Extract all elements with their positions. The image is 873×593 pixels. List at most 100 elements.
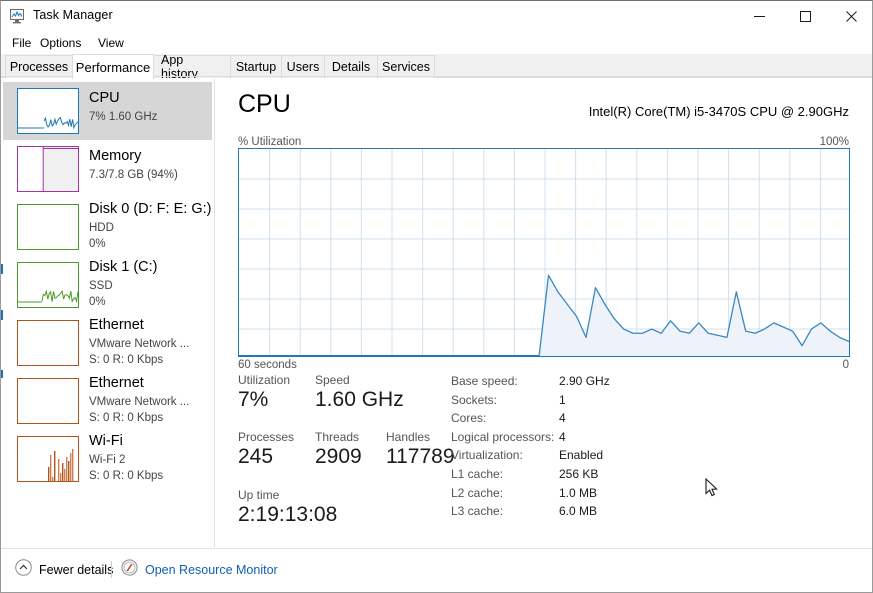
tab-label: Performance <box>75 59 151 75</box>
stat-value-processes: 245 <box>238 445 274 468</box>
cpu-utilization-chart <box>239 149 849 356</box>
spec-label-virtualization: Virtualization: <box>451 448 523 463</box>
stat-value-threads: 2909 <box>315 445 362 468</box>
stat-value-utilization: 7% <box>238 388 269 411</box>
spec-value-l1-cache: 256 KB <box>559 467 599 481</box>
mouse-cursor <box>705 477 719 503</box>
sidebar-item-subtitle: 7.3/7.8 GB (94%) <box>89 169 178 181</box>
graph-y-axis-label: % Utilization <box>238 136 302 148</box>
tab-label: Details <box>331 60 371 74</box>
window-title: Task Manager <box>33 8 113 22</box>
spec-label-sockets: Sockets: <box>451 392 498 407</box>
sidebar-thumbnail-wi-fi <box>17 436 79 482</box>
page-title: CPU <box>238 90 291 118</box>
sidebar-thumbnail-memory <box>17 146 79 192</box>
sidebar-item-subtitle: 7% 1.60 GHz <box>89 111 158 123</box>
graph-y-axis-max: 100% <box>819 136 849 148</box>
tab-details[interactable]: Details <box>324 55 378 78</box>
task-manager-window: Task Manager File Options View Processes… <box>0 0 873 593</box>
sidebar-item-ethernet[interactable]: Ethernet VMware Network ... S: 0 R: 0 Kbps <box>3 314 212 372</box>
cpu-detail-pane: CPU Intel(R) Core(TM) i5-3470S CPU @ 2.9… <box>215 78 872 548</box>
tab-label: Services <box>382 60 430 74</box>
status-bar: Fewer details Open Resource Monitor <box>1 548 872 592</box>
close-icon <box>845 10 857 22</box>
stat-label-speed: Speed <box>315 373 350 387</box>
sidebar-item-detail: S: 0 R: 0 Kbps <box>89 412 164 424</box>
sidebar-item-title: Disk 0 (D: F: E: G:) <box>89 201 212 217</box>
graph-x-axis-label: 60 seconds <box>238 359 297 371</box>
sidebar-thumbnail-ethernet <box>17 320 79 366</box>
tab-services[interactable]: Services <box>377 55 435 78</box>
fewer-details-label: Fewer details <box>39 563 114 577</box>
chevron-up-circle-icon <box>15 559 32 581</box>
resource-monitor-icon <box>121 559 138 581</box>
content-area: CPU 7% 1.60 GHz Memory 7.3/7.8 GB (94%) Disk… <box>1 78 872 548</box>
tab-startup[interactable]: Startup <box>230 55 282 78</box>
minimize-icon <box>753 15 765 17</box>
menu-item-options[interactable]: Options <box>35 34 86 52</box>
open-resource-monitor-link[interactable]: Open Resource Monitor <box>121 559 278 581</box>
sidebar-item-wi-fi[interactable]: Wi-Fi Wi-Fi 2 S: 0 R: 0 Kbps <box>3 430 212 488</box>
sidebar-item-title: Ethernet <box>89 317 144 333</box>
sidebar-thumbnail-ethernet <box>17 378 79 424</box>
spec-value-cores: 4 <box>559 411 566 426</box>
resource-sidebar[interactable]: CPU 7% 1.60 GHz Memory 7.3/7.8 GB (94%) Disk… <box>1 78 214 548</box>
tab-performance[interactable]: Performance <box>72 54 154 79</box>
sidebar-scroll-marker <box>1 264 3 274</box>
sidebar-thumbnail-disk-1-c <box>17 262 79 308</box>
spec-label-base-speed: Base speed: <box>451 374 518 388</box>
sidebar-item-cpu[interactable]: CPU 7% 1.60 GHz <box>3 82 212 140</box>
task-manager-icon <box>10 9 26 24</box>
status-separator <box>111 561 112 578</box>
sidebar-item-memory[interactable]: Memory 7.3/7.8 GB (94%) <box>3 140 212 198</box>
spec-label-logical-processors: Logical processors: <box>451 429 555 444</box>
stat-label-utilization: Utilization <box>238 373 291 387</box>
sidebar-item-subtitle: Wi-Fi 2 <box>89 454 126 466</box>
cpu-model-name: Intel(R) Core(TM) i5-3470S CPU @ 2.90GHz <box>588 104 849 119</box>
fewer-details-button[interactable]: Fewer details <box>15 559 113 581</box>
tab-label: App history <box>161 53 198 81</box>
close-button[interactable] <box>828 1 872 31</box>
sidebar-thumbnail-cpu <box>17 88 79 134</box>
stat-label-threads: Threads <box>315 430 360 444</box>
menu-item-view[interactable]: View <box>93 34 129 52</box>
tab-label: Users <box>286 60 320 74</box>
stat-label-handles: Handles <box>386 430 431 444</box>
sidebar-item-subtitle: VMware Network ... <box>89 338 190 350</box>
stat-label-processes: Processes <box>238 430 295 444</box>
spec-value-l2-cache: 1.0 MB <box>559 485 598 500</box>
sidebar-item-ethernet[interactable]: Ethernet VMware Network ... S: 0 R: 0 Kbps <box>3 372 212 430</box>
menu-item-file[interactable]: File <box>7 34 36 52</box>
sidebar-item-disk-0-d-f-e-g[interactable]: Disk 0 (D: F: E: G:) HDD 0% <box>3 198 212 256</box>
sidebar-item-subtitle: HDD <box>89 222 114 234</box>
sidebar-item-title: CPU <box>89 90 120 106</box>
spec-value-logical-processors: 4 <box>559 429 566 444</box>
spec-label-l3-cache: L3 cache: <box>451 504 504 519</box>
spec-value-l3-cache: 6.0 MB <box>559 504 598 519</box>
sidebar-scroll-marker <box>1 370 3 378</box>
stat-value-handles: 117789 <box>386 445 455 468</box>
cpu-utilization-graph[interactable] <box>238 148 850 357</box>
tab-strip: Processes Performance App history Startup Us… <box>1 53 872 81</box>
sidebar-item-detail: 0% <box>89 296 106 308</box>
graph-x-axis-end: 0 <box>842 359 849 371</box>
tab-app-history[interactable]: App history <box>153 53 231 81</box>
spec-value-sockets: 1 <box>559 392 566 407</box>
minimize-button[interactable] <box>736 1 782 31</box>
sidebar-item-detail: 0% <box>89 238 106 250</box>
tab-processes[interactable]: Processes <box>5 55 73 78</box>
sidebar-item-detail: S: 0 R: 0 Kbps <box>89 354 164 366</box>
maximize-icon <box>799 10 811 22</box>
sidebar-item-title: Wi-Fi <box>89 433 123 449</box>
maximize-button[interactable] <box>782 1 828 31</box>
stat-value-speed: 1.60 GHz <box>315 388 404 411</box>
sidebar-item-title: Ethernet <box>89 375 144 391</box>
sidebar-item-title: Memory <box>89 148 142 164</box>
tab-label: Processes <box>9 60 69 74</box>
tab-users[interactable]: Users <box>281 55 325 78</box>
sidebar-scroll-marker <box>1 310 3 320</box>
sidebar-item-disk-1-c[interactable]: Disk 1 (C:) SSD 0% <box>3 256 212 314</box>
stat-label-up-time: Up time <box>238 488 280 502</box>
sidebar-item-subtitle: VMware Network ... <box>89 396 190 408</box>
sidebar-item-detail: S: 0 R: 0 Kbps <box>89 470 164 482</box>
